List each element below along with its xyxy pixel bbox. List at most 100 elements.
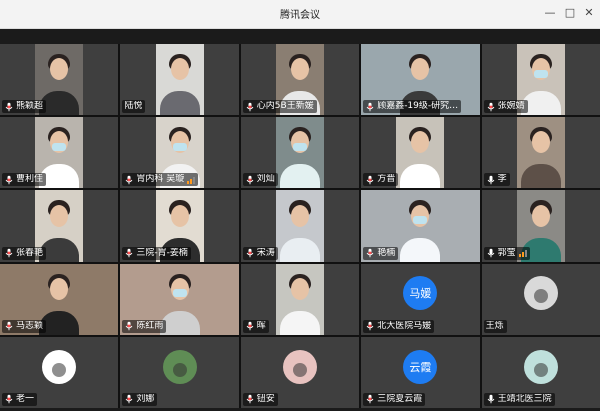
participant-tile[interactable]: 钮安 bbox=[240, 336, 360, 408]
participant-name: 顾嘉鑫-19级-研究… bbox=[377, 101, 459, 112]
participant-name-tag: 宋涛 bbox=[242, 246, 278, 260]
participant-name-tag: 艳楠 bbox=[363, 246, 399, 260]
participant-name: 老一 bbox=[16, 393, 35, 404]
mic-icon bbox=[5, 395, 13, 404]
participant-name-tag: 王烁 bbox=[483, 319, 507, 333]
participant-tile[interactable]: 李 bbox=[481, 117, 600, 189]
video-feed bbox=[516, 117, 565, 189]
participant-tile[interactable]: 云霞三院夏云霞 bbox=[361, 336, 480, 408]
participant-tile[interactable]: 陈红雨 bbox=[120, 263, 239, 335]
participant-grid: 熊颖超 陆悦 心内5B王新媛 顾嘉鑫-19级-研究… 张婉婧曹利佳 胃内科 吴璇 刘灿 方晋 李… bbox=[0, 44, 600, 408]
participant-name: 李 bbox=[497, 174, 507, 185]
participant-name: 张春艳 bbox=[16, 247, 44, 258]
mic-icon bbox=[246, 395, 254, 404]
participant-tile[interactable]: 三院-胃-姜楠 bbox=[120, 190, 239, 262]
mic-icon bbox=[126, 175, 133, 185]
participant-name: 三院夏云霞 bbox=[377, 393, 423, 404]
participant-name-tag: 李 bbox=[483, 173, 510, 187]
participant-name-tag: 陆悦 bbox=[122, 100, 146, 114]
participant-tile[interactable]: 郭莹 bbox=[481, 190, 600, 262]
participant-name-tag: 老一 bbox=[2, 392, 38, 406]
close-icon[interactable]: ✕ bbox=[580, 4, 598, 22]
mic-icon bbox=[366, 248, 374, 258]
participant-name: 熊颖超 bbox=[16, 101, 44, 112]
window-title: 腾讯会议 bbox=[280, 10, 320, 21]
participant-name: 方晋 bbox=[377, 174, 396, 185]
participant-name: 王靖北医三院 bbox=[497, 393, 552, 404]
participant-name: 钮安 bbox=[256, 393, 275, 404]
participant-tile[interactable]: 晖 bbox=[240, 263, 360, 335]
participant-tile[interactable]: 胃内科 吴璇 bbox=[120, 117, 239, 189]
participant-tile[interactable]: 张春艳 bbox=[0, 190, 119, 262]
participant-name-tag: 张婉婧 bbox=[483, 100, 528, 114]
mic-icon bbox=[246, 248, 254, 258]
participant-tile[interactable]: 王靖北医三院 bbox=[481, 336, 600, 408]
mic-icon bbox=[366, 175, 374, 185]
participant-tile[interactable]: 马志颖 bbox=[0, 263, 119, 335]
participant-name-tag: 陈红雨 bbox=[122, 319, 167, 333]
avatar: 云霞 bbox=[403, 349, 438, 384]
minimize-icon[interactable]: — bbox=[541, 4, 559, 22]
participant-name-tag: 北大医院马媛 bbox=[363, 319, 435, 333]
participant-tile[interactable]: 刘娜 bbox=[120, 336, 239, 408]
participant-tile[interactable]: 宋涛 bbox=[240, 190, 360, 262]
participant-name: 北大医院马媛 bbox=[377, 320, 432, 331]
participant-name-tag: 刘灿 bbox=[242, 173, 278, 187]
participant-name: 心内5B王新媛 bbox=[256, 101, 314, 112]
participant-tile[interactable]: 方晋 bbox=[361, 117, 480, 189]
mic-icon bbox=[246, 322, 254, 331]
mic-icon bbox=[5, 322, 13, 331]
title-bar: 腾讯会议 — □ ✕ bbox=[0, 0, 600, 29]
video-feed bbox=[275, 117, 324, 189]
participant-tile[interactable]: 刘灿 bbox=[240, 117, 360, 189]
participant-name: 宋涛 bbox=[256, 247, 275, 258]
participant-name: 郭莹 bbox=[497, 247, 516, 258]
participant-tile[interactable]: 张婉婧 bbox=[481, 44, 600, 116]
participant-name-tag: 熊颖超 bbox=[2, 100, 47, 114]
mic-icon bbox=[246, 175, 254, 185]
avatar bbox=[162, 349, 197, 384]
mic-icon bbox=[366, 102, 374, 111]
participant-name-tag: 马志颖 bbox=[2, 319, 47, 333]
participant-name-tag: 三院-胃-姜楠 bbox=[122, 246, 191, 260]
participant-tile[interactable]: 心内5B王新媛 bbox=[240, 44, 360, 116]
avatar bbox=[42, 349, 77, 384]
mic-icon bbox=[5, 102, 13, 111]
maximize-icon[interactable]: □ bbox=[561, 4, 579, 22]
mic-icon bbox=[126, 395, 133, 404]
participant-tile[interactable]: 顾嘉鑫-19级-研究… bbox=[361, 44, 480, 116]
participant-tile[interactable]: 王烁 bbox=[481, 263, 600, 335]
avatar bbox=[282, 349, 317, 384]
video-feed bbox=[396, 117, 445, 189]
participant-name: 曹利佳 bbox=[16, 174, 44, 185]
avatar bbox=[523, 276, 558, 311]
participant-name-tag: 三院夏云霞 bbox=[363, 392, 426, 406]
participant-tile[interactable]: 曹利佳 bbox=[0, 117, 119, 189]
mic-muted-icon bbox=[487, 395, 494, 404]
participant-name: 王烁 bbox=[485, 320, 504, 331]
signal-icon bbox=[518, 249, 527, 258]
video-feed bbox=[275, 263, 324, 335]
participant-name: 刘灿 bbox=[256, 174, 275, 185]
meeting-top-bar bbox=[0, 29, 600, 44]
participant-name-tag: 胃内科 吴璇 bbox=[122, 173, 199, 187]
participant-name-tag: 刘娜 bbox=[122, 392, 158, 406]
avatar bbox=[523, 349, 558, 384]
participant-name-tag: 郭莹 bbox=[483, 246, 530, 260]
mic-icon bbox=[366, 322, 374, 331]
video-feed bbox=[275, 190, 324, 262]
mic-icon bbox=[5, 248, 13, 258]
participant-name: 胃内科 吴璇 bbox=[136, 174, 185, 185]
participant-tile[interactable]: 艳楠 bbox=[361, 190, 480, 262]
participant-tile[interactable]: 陆悦 bbox=[120, 44, 239, 116]
participant-name-tag: 方晋 bbox=[363, 173, 399, 187]
mic-icon bbox=[487, 102, 494, 111]
participant-tile[interactable]: 老一 bbox=[0, 336, 119, 408]
participant-name: 艳楠 bbox=[377, 247, 396, 258]
mic-icon bbox=[5, 175, 13, 185]
participant-tile[interactable]: 熊颖超 bbox=[0, 44, 119, 116]
avatar: 马媛 bbox=[403, 276, 438, 311]
participant-tile[interactable]: 马媛北大医院马媛 bbox=[361, 263, 480, 335]
participant-name-tag: 晖 bbox=[242, 319, 269, 333]
mic-muted-icon bbox=[487, 248, 494, 258]
